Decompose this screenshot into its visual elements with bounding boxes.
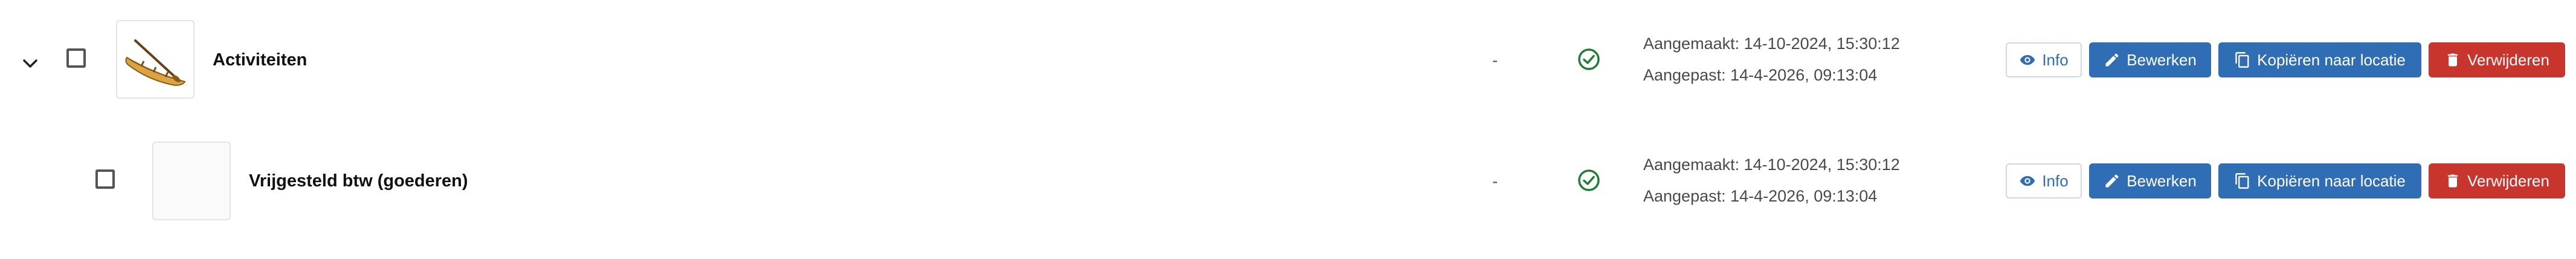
row-timestamps: Aangemaakt: 14-10-2024, 15:30:12 Aangepa… [1643,149,1900,212]
chevron-down-icon[interactable] [18,51,42,76]
created-timestamp: Aangemaakt: 14-10-2024, 15:30:12 [1643,156,1900,174]
edit-button-label: Bewerken [2127,50,2197,69]
table-row: Vrijgesteld btw (goederen) - Aangemaakt:… [0,130,2576,259]
modified-timestamp: Aangepast: 14-4-2026, 09:13:04 [1643,66,1878,84]
modified-timestamp: Aangepast: 14-4-2026, 09:13:04 [1643,187,1878,205]
table-row: Activiteiten - Aangemaakt: 14-10-2024, 1… [0,0,2576,130]
row-thumbnail [116,20,195,99]
row-timestamps: Aangemaakt: 14-10-2024, 15:30:12 Aangepa… [1643,28,1900,91]
check-circle-icon [1577,168,1601,192]
created-timestamp: Aangemaakt: 14-10-2024, 15:30:12 [1643,34,1900,53]
trash-icon [2447,174,2458,188]
check-circle-icon [1577,47,1601,71]
trash-icon [2447,53,2458,67]
copy-button-label: Kopiëren naar locatie [2257,171,2406,190]
eye-icon [2020,54,2035,65]
row-name: Activiteiten [213,50,308,70]
copy-to-location-button[interactable]: Kopiëren naar locatie [2218,42,2421,77]
canoe-image [125,39,186,87]
pencil-icon [2105,53,2119,67]
copy-button-label: Kopiëren naar locatie [2257,50,2406,69]
copy-icon [2235,173,2249,189]
row-checkbox[interactable] [95,169,115,189]
row-name: Vrijgesteld btw (goederen) [249,171,468,191]
copy-to-location-button[interactable]: Kopiëren naar locatie [2218,163,2421,198]
edit-button[interactable]: Bewerken [2089,163,2211,198]
delete-button-label: Verwijderen [2467,171,2549,190]
info-button-label: Info [2042,171,2069,190]
info-button[interactable]: Info [2006,42,2082,77]
info-button[interactable]: Info [2006,163,2082,198]
eye-icon [2020,175,2035,186]
row-value: - [1492,51,1498,70]
row-checkbox[interactable] [66,48,86,68]
copy-icon [2235,52,2249,68]
delete-button-label: Verwijderen [2467,50,2549,69]
edit-button[interactable]: Bewerken [2089,42,2211,77]
info-button-label: Info [2042,50,2069,69]
delete-button[interactable]: Verwijderen [2429,42,2565,77]
delete-button[interactable]: Verwijderen [2429,163,2565,198]
pencil-icon [2105,174,2119,188]
edit-button-label: Bewerken [2127,171,2197,190]
row-thumbnail-empty [152,142,231,220]
row-value: - [1492,172,1498,191]
